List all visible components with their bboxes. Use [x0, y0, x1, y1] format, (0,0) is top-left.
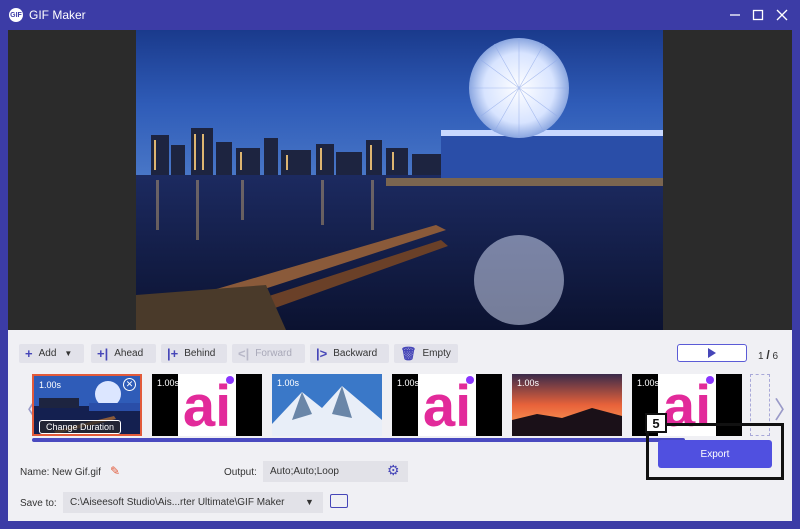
frame-thumbnail[interactable]: 1.00s ✕ Change Duration — [32, 374, 142, 436]
app-logo: GIF — [9, 8, 23, 22]
frame-duration: 1.00s — [397, 378, 420, 388]
plus-icon: + — [25, 346, 33, 361]
save-path-field[interactable]: C:\Aiseesoft Studio\Ais...rter Ultimate\… — [63, 492, 323, 513]
ahead-label: Ahead — [114, 348, 144, 359]
empty-label: Empty — [422, 348, 451, 359]
forward-label: Forward — [255, 348, 292, 359]
empty-button[interactable]: 🗑 Empty — [394, 344, 458, 363]
frame-counter: 1 / 6 — [758, 348, 778, 362]
change-duration-button[interactable]: Change Duration — [39, 420, 121, 434]
backward-button[interactable]: |> Backward — [310, 344, 389, 363]
frame-scroll-bar[interactable] — [32, 438, 685, 442]
forward-icon: <| — [238, 346, 250, 361]
minimize-icon[interactable] — [726, 6, 744, 24]
play-icon — [708, 348, 716, 358]
frame-thumbnail[interactable]: ai 1.00s — [152, 374, 262, 436]
add-button[interactable]: + Add ▼ — [19, 344, 84, 363]
svg-text:ai: ai — [183, 374, 231, 436]
window-title: GIF Maker — [29, 8, 86, 22]
output-value: Auto;Auto;Loop — [270, 466, 339, 477]
backward-label: Backward — [333, 348, 378, 359]
frame-thumbnail[interactable]: 1.00s — [512, 374, 622, 436]
output-label: Output: — [224, 467, 257, 478]
insert-ahead-icon: +| — [97, 346, 109, 361]
frame-thumbnail[interactable]: 1.00s — [272, 374, 382, 436]
trash-icon: 🗑 — [400, 346, 417, 361]
scroll-right-arrow-icon[interactable]: 〉 — [774, 390, 798, 425]
frame-toolbar: + Add ▼ +| Ahead |+ Behind <| Forward |>… — [8, 330, 792, 368]
maximize-icon[interactable] — [749, 6, 767, 24]
insert-behind-icon: |+ — [167, 346, 179, 361]
frame-duration: 1.00s — [277, 378, 300, 388]
frame-duration: 1.00s — [39, 380, 62, 390]
title-bar: GIF GIF Maker — [0, 0, 800, 30]
gear-icon[interactable]: ⚙ — [387, 462, 400, 479]
remove-frame-icon[interactable]: ✕ — [123, 378, 136, 391]
gif-maker-window: GIF GIF Maker + Add ▼ +| Ahead |+ Behind… — [0, 0, 800, 529]
export-button[interactable]: Export — [658, 440, 772, 468]
close-icon[interactable] — [773, 6, 791, 24]
forward-button[interactable]: <| Forward — [232, 344, 305, 363]
chevron-down-icon[interactable]: ▼ — [305, 497, 314, 507]
folder-icon[interactable] — [330, 494, 348, 508]
save-path-value: C:\Aiseesoft Studio\Ais...rter Ultimate\… — [70, 497, 285, 508]
preview-image — [136, 30, 663, 330]
behind-button[interactable]: |+ Behind — [161, 344, 227, 363]
add-label: Add — [38, 348, 57, 359]
play-button[interactable] — [677, 344, 747, 362]
step-badge: 5 — [645, 413, 667, 433]
ahead-button[interactable]: +| Ahead — [91, 344, 156, 363]
frame-thumbnail[interactable]: ai 1.00s — [392, 374, 502, 436]
name-value[interactable]: New Gif.gif — [52, 467, 101, 478]
counter-current: 1 — [758, 351, 764, 362]
frame-duration: 1.00s — [157, 378, 180, 388]
backward-icon: |> — [316, 346, 328, 361]
behind-label: Behind — [184, 348, 216, 359]
counter-total: 6 — [772, 351, 779, 362]
frame-duration: 1.00s — [637, 378, 660, 388]
name-label: Name: — [20, 467, 50, 478]
counter-separator: / — [766, 348, 770, 362]
preview-area — [8, 30, 792, 330]
save-to-label: Save to: — [20, 498, 57, 509]
svg-text:ai: ai — [423, 374, 471, 436]
frame-duration: 1.00s — [517, 378, 540, 388]
dropdown-arrow-icon[interactable]: ▼ — [64, 349, 72, 358]
edit-name-icon[interactable]: ✎ — [110, 464, 120, 478]
